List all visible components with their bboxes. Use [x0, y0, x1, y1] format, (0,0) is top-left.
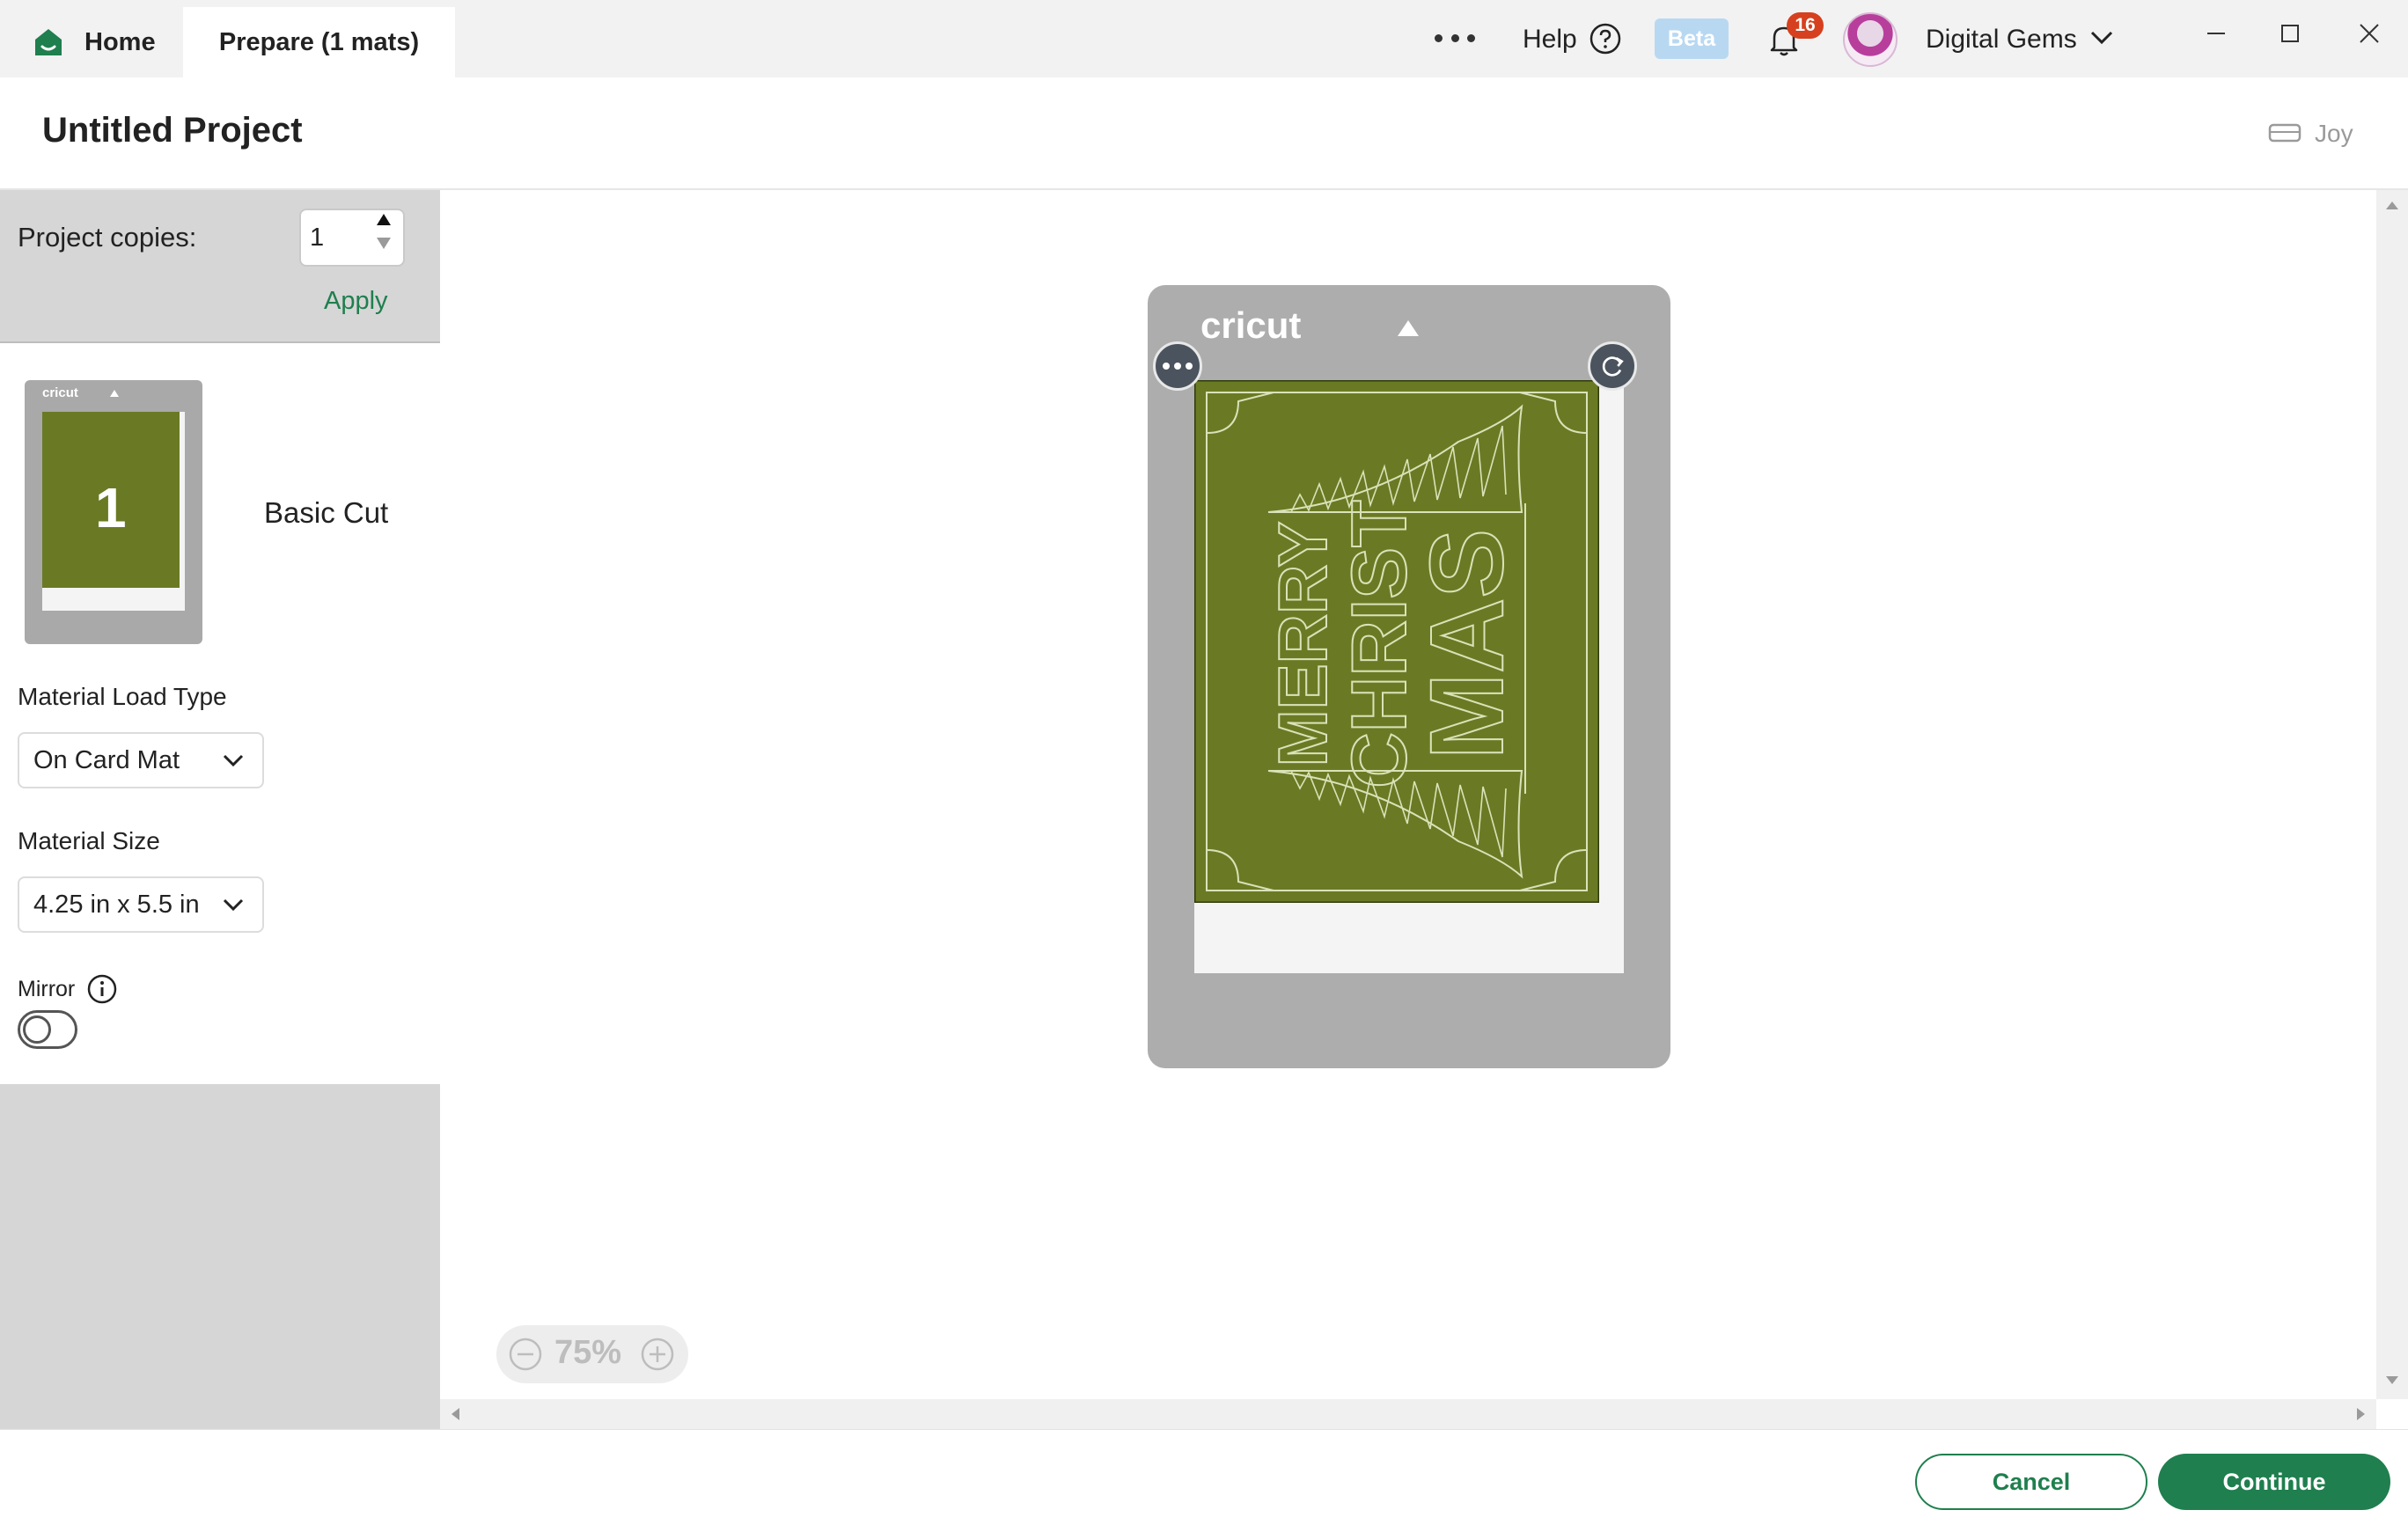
notification-count-badge: 16	[1787, 12, 1824, 39]
vertical-scrollbar[interactable]	[2376, 190, 2408, 1399]
load-type-label: Material Load Type	[18, 683, 227, 710]
mat-brand-logo: cricut	[1200, 304, 1302, 346]
page-title: Untitled Project	[42, 111, 303, 150]
tab-prepare[interactable]: Prepare (1 mats)	[183, 7, 455, 77]
apply-button[interactable]: Apply	[324, 287, 388, 316]
minimize-icon[interactable]	[2200, 18, 2232, 49]
zoom-level: 75%	[554, 1334, 622, 1371]
mat-number: 1	[95, 476, 127, 539]
zoom-in-icon[interactable]	[639, 1336, 676, 1373]
scroll-down-icon[interactable]	[2384, 1374, 2400, 1387]
continue-button[interactable]: Continue	[2158, 1454, 2390, 1510]
rotate-icon[interactable]	[1588, 341, 1637, 391]
load-direction-arrow-icon	[1398, 320, 1419, 336]
zoom-out-icon[interactable]	[507, 1336, 544, 1373]
stepper-up-icon[interactable]	[375, 211, 393, 227]
scroll-right-icon[interactable]	[2355, 1406, 2368, 1422]
thumbnail-arrow-icon	[110, 390, 119, 397]
mirror-label: Mirror	[18, 977, 76, 1001]
tab-home[interactable]: Home	[0, 7, 183, 77]
cut-type-label: Basic Cut	[264, 496, 389, 529]
stepper-down-icon[interactable]	[375, 236, 393, 252]
info-icon[interactable]	[86, 973, 118, 1005]
chevron-down-icon[interactable]	[222, 896, 245, 913]
beta-badge[interactable]: Beta	[1655, 18, 1729, 59]
project-header	[0, 77, 2408, 190]
close-icon[interactable]	[2353, 18, 2385, 49]
horizontal-scrollbar[interactable]	[440, 1399, 2376, 1429]
load-type-value[interactable]: On Card Mat	[33, 746, 180, 775]
copies-label: Project copies:	[18, 222, 197, 253]
home-icon	[35, 29, 62, 55]
mirror-toggle-knob	[23, 1015, 51, 1044]
material-size-value[interactable]: 4.25 in x 5.5 in	[33, 891, 200, 920]
scroll-up-icon[interactable]	[2384, 199, 2400, 211]
cancel-button[interactable]: Cancel	[1915, 1454, 2147, 1510]
material-size-label: Material Size	[18, 827, 160, 854]
avatar[interactable]	[1843, 12, 1898, 67]
svg-text:MAS: MAS	[1409, 529, 1525, 759]
card-design[interactable]: MERRY CHRIST MAS	[1194, 380, 1599, 903]
help-label[interactable]: Help	[1523, 25, 1577, 55]
machine-icon	[2268, 123, 2302, 143]
user-name[interactable]: Digital Gems	[1926, 25, 2077, 55]
tab-home-label: Home	[84, 27, 156, 56]
scroll-left-icon[interactable]	[449, 1406, 461, 1422]
machine-name[interactable]: Joy	[2315, 120, 2353, 148]
more-icon[interactable]	[1435, 23, 1475, 53]
copies-value[interactable]: 1	[310, 224, 324, 253]
mat-more-button[interactable]	[1153, 341, 1202, 391]
thumbnail-brand: cricut	[42, 385, 78, 400]
maximize-icon[interactable]	[2274, 18, 2306, 49]
help-icon[interactable]	[1589, 22, 1622, 55]
chevron-down-icon[interactable]	[222, 751, 245, 769]
svg-text:MERRY: MERRY	[1264, 522, 1341, 767]
chevron-down-icon[interactable]	[2089, 28, 2114, 48]
